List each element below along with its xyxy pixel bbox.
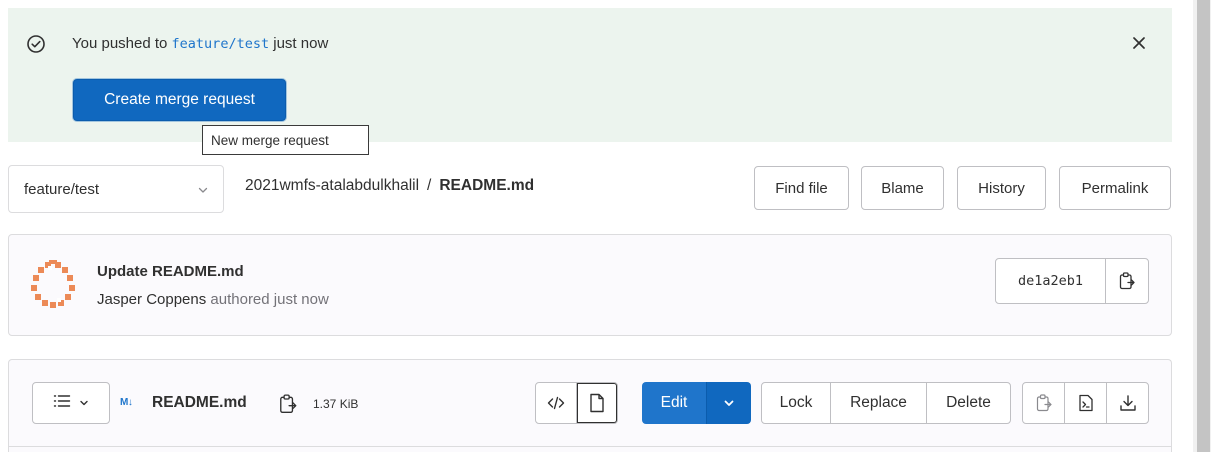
edit-button[interactable]: Edit — [642, 382, 706, 424]
file-actions: Lock Replace Delete — [761, 382, 1011, 424]
alert-branch-link[interactable]: feature/test — [172, 36, 270, 52]
commit-time: authored just now — [206, 291, 329, 308]
file-header-divider — [9, 446, 1171, 447]
commit-meta: Jasper Coppens authored just now — [97, 291, 329, 308]
alert-prefix: You pushed to — [72, 35, 172, 52]
create-merge-request-button[interactable]: Create merge request — [73, 79, 286, 121]
history-button[interactable]: History — [957, 166, 1046, 210]
list-icon — [53, 394, 71, 412]
document-outline-dropdown[interactable] — [32, 382, 110, 424]
commit-sha-group: de1a2eb1 — [995, 258, 1149, 304]
replace-button[interactable]: Replace — [830, 383, 926, 423]
breadcrumb: 2021wmfs-atalabdulkhalil / README.md — [245, 176, 534, 196]
commit-sha-link[interactable]: de1a2eb1 — [996, 259, 1106, 303]
lock-button[interactable]: Lock — [762, 383, 830, 423]
avatar[interactable] — [27, 258, 79, 310]
tooltip-new-merge-request: New merge request — [202, 125, 369, 155]
edit-split-button: Edit — [642, 382, 751, 424]
blame-button[interactable]: Blame — [861, 166, 944, 210]
find-file-button[interactable]: Find file — [754, 166, 849, 210]
code-icon[interactable] — [536, 383, 576, 423]
copy-icon[interactable] — [1023, 383, 1064, 423]
download-icon[interactable] — [1106, 383, 1148, 423]
delete-button[interactable]: Delete — [926, 383, 1010, 423]
branch-selector-value: feature/test — [24, 180, 100, 198]
copy-icon[interactable] — [1106, 259, 1148, 303]
last-commit-panel: Update README.md Jasper Coppens authored… — [8, 234, 1172, 336]
copy-icon[interactable] — [279, 394, 297, 414]
breadcrumb-project-link[interactable]: 2021wmfs-atalabdulkhalil — [245, 177, 419, 194]
check-circle-icon — [26, 34, 46, 54]
file-size: 1.37 KiB — [313, 397, 359, 411]
scrollbar-thumb[interactable] — [1197, 0, 1210, 452]
branch-selector[interactable]: feature/test — [8, 165, 224, 213]
close-icon[interactable] — [1128, 32, 1150, 54]
alert-message: You pushed to feature/test just now — [72, 34, 328, 54]
commit-title-link[interactable]: Update README.md — [97, 263, 244, 280]
breadcrumb-file: README.md — [439, 177, 535, 194]
commit-author-link[interactable]: Jasper Coppens — [97, 291, 206, 308]
viewer-toggle — [535, 382, 618, 424]
file-header: M↓ README.md 1.37 KiB Edit Lock Replace … — [8, 359, 1172, 452]
permalink-button[interactable]: Permalink — [1059, 166, 1171, 210]
raw-file-icon[interactable] — [1064, 383, 1106, 423]
edit-dropdown-toggle[interactable] — [706, 382, 751, 424]
file-icon-actions — [1022, 382, 1149, 424]
breadcrumb-separator: / — [427, 177, 432, 194]
chevron-down-icon — [197, 183, 209, 195]
markdown-icon: M↓ — [120, 397, 133, 408]
chevron-down-icon — [79, 395, 89, 412]
push-alert: You pushed to feature/test just now Crea… — [8, 8, 1172, 142]
file-name: README.md — [152, 394, 247, 411]
document-icon[interactable] — [576, 383, 617, 423]
alert-suffix: just now — [269, 35, 329, 52]
